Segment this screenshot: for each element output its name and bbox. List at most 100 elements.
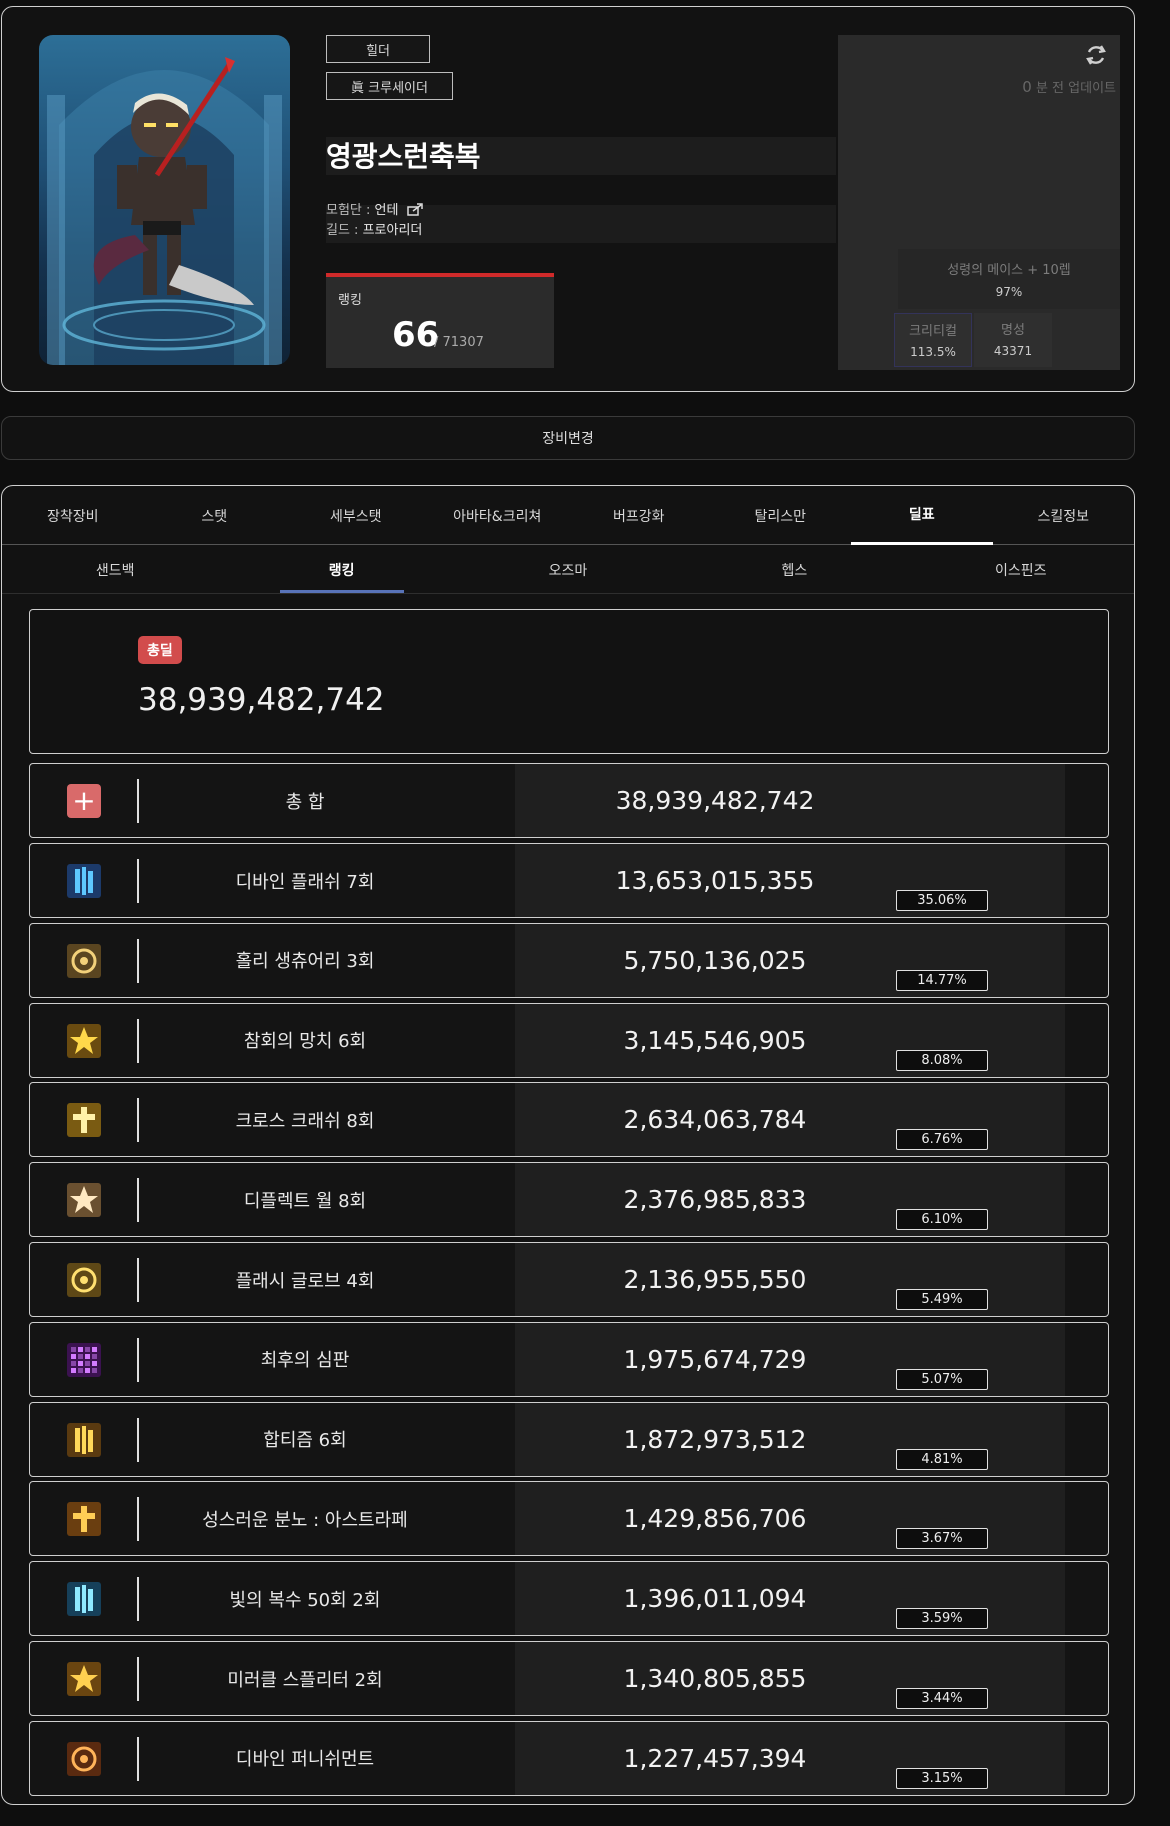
hapsism-icon <box>67 1422 101 1457</box>
ranking-total: / 71307 <box>434 335 484 350</box>
total-damage-badge: 총딜 <box>138 636 182 664</box>
ranking-value: 66 <box>392 315 440 355</box>
tab-damage-table[interactable]: 딜표 <box>851 486 993 545</box>
tab-talisman[interactable]: 탈리스만 <box>710 486 852 545</box>
skill-damage-percent: 14.77% <box>896 969 988 991</box>
skill-name: 플래시 글로브 4회 <box>235 1270 375 1292</box>
adventure-name[interactable]: 언테 <box>375 203 399 218</box>
detail-panel: 장착장비 스탯 세부스탯 아바타&크리쳐 버프강화 탈리스만 딜표 스킬정보 샌… <box>1 485 1135 1805</box>
skill-name: 성스러운 분노 : 아스트라페 <box>202 1509 408 1531</box>
skill-row: 빛의 복수 50회 2회 1,396,011,094 3.59% <box>29 1561 1109 1637</box>
skill-damage-percent: 3.59% <box>896 1608 988 1630</box>
character-name: 영광스런축복 <box>326 140 481 173</box>
tab-skill-info[interactable]: 스킬정보 <box>993 486 1135 545</box>
tab-stats[interactable]: 스탯 <box>144 486 286 545</box>
critical-stat: 크리티컬 113.5% <box>894 313 972 367</box>
skill-damage-value: 5,750,136,025 <box>623 945 807 975</box>
holy-sanctuary-icon <box>67 943 101 978</box>
row-divider <box>137 1657 139 1701</box>
cross-crash-icon <box>67 1103 101 1138</box>
skill-row: 크로스 크래쉬 8회 2,634,063,784 6.76% <box>29 1082 1109 1158</box>
row-divider <box>137 1018 139 1063</box>
miracle-splitter-icon <box>67 1662 101 1696</box>
skill-damage-value: 13,653,015,355 <box>615 866 815 895</box>
row-divider <box>137 1577 139 1622</box>
subtab-active-indicator <box>280 590 404 593</box>
skill-damage-value: 1,340,805,855 <box>623 1664 807 1693</box>
skill-name: 크로스 크래쉬 8회 <box>235 1110 375 1132</box>
skill-damage-percent: 35.06% <box>896 890 988 911</box>
server-tag[interactable]: 힐더 <box>326 35 430 63</box>
hammer-of-repentance-icon <box>67 1023 101 1058</box>
weapon-info: 성령의 메이스 + 10렙 97% <box>898 249 1120 309</box>
share-icon[interactable] <box>406 203 423 216</box>
subtab-ozma[interactable]: 오즈마 <box>455 546 681 594</box>
subtab-ispins[interactable]: 이스핀즈 <box>908 546 1134 594</box>
skill-name: 홀리 생츄어리 3회 <box>235 951 375 973</box>
row-divider <box>137 1258 139 1302</box>
adventure-info: 모험단 : 언테 <box>326 199 423 218</box>
tab-equipment[interactable]: 장착장비 <box>2 486 144 545</box>
row-divider <box>137 1098 139 1143</box>
tab-detail-stats[interactable]: 세부스탯 <box>285 486 427 545</box>
total-damage-card: 총딜 38,939,482,742 <box>29 609 1109 754</box>
critical-label: 크리티컬 <box>909 324 957 339</box>
row-divider <box>137 938 139 983</box>
skill-damage-value: 1,227,457,394 <box>623 1743 807 1773</box>
skill-damage-percent: 3.67% <box>896 1528 988 1550</box>
guild-label: 길드 : <box>326 223 359 238</box>
skill-name: 디바인 퍼니쉬먼트 <box>235 1749 375 1771</box>
row-divider <box>137 1337 139 1382</box>
plus-icon[interactable]: + <box>67 784 101 818</box>
skill-name: 합티즘 6회 <box>263 1430 347 1452</box>
summary-value: 38,939,482,742 <box>615 786 815 815</box>
skill-row: 성스러운 분노 : 아스트라페 1,429,856,706 3.67% <box>29 1481 1109 1557</box>
skill-row: 디바인 퍼니쉬먼트 1,227,457,394 3.15% <box>29 1720 1109 1796</box>
row-divider <box>137 1497 139 1542</box>
divine-punishment-icon <box>67 1741 101 1776</box>
skill-name: 디바인 플래쉬 7회 <box>235 871 375 893</box>
subtab-heps[interactable]: 헵스 <box>681 546 907 594</box>
tab-buff-enhance[interactable]: 버프강화 <box>568 486 710 545</box>
deflect-wall-icon <box>67 1183 101 1218</box>
skill-damage-percent: 3.15% <box>896 1767 988 1789</box>
skill-damage-percent: 3.44% <box>896 1688 988 1709</box>
update-minutes: 0 <box>1022 78 1032 96</box>
refresh-icon[interactable] <box>1084 43 1108 67</box>
skill-damage-percent: 6.76% <box>896 1129 988 1151</box>
ranking-label: 랭킹 <box>338 293 362 308</box>
skill-row: 참회의 망치 6회 3,145,546,905 8.08% <box>29 1002 1109 1078</box>
divine-flash-icon <box>67 864 101 898</box>
subtab-ranking[interactable]: 랭킹 <box>228 546 454 594</box>
flash-globe-icon <box>67 1263 101 1297</box>
vengeance-of-light-icon <box>67 1582 101 1617</box>
skill-name: 참회의 망치 6회 <box>243 1031 367 1053</box>
skill-row: 플래시 글로브 4회 2,136,955,550 5.49% <box>29 1242 1109 1317</box>
weapon-pct: 97% <box>995 285 1023 299</box>
fame-value: 43371 <box>993 344 1033 358</box>
skill-damage-value: 2,376,985,833 <box>623 1185 807 1215</box>
skill-damage-value: 1,975,674,729 <box>623 1344 807 1374</box>
fame-label: 명성 <box>1001 323 1025 338</box>
equipment-change-button[interactable]: 장비변경 <box>1 416 1135 460</box>
ranking-box: 랭킹 66 / 71307 <box>326 273 554 368</box>
tab-avatar-creature[interactable]: 아바타&크리쳐 <box>427 486 569 545</box>
skill-damage-percent: 6.10% <box>896 1209 988 1231</box>
job-tag[interactable]: 眞 크루세이더 <box>326 72 453 100</box>
sub-tabs: 샌드백 랭킹 오즈마 헵스 이스핀즈 <box>2 546 1134 594</box>
skill-damage-value: 1,429,856,706 <box>623 1504 807 1534</box>
skill-row: 합티즘 6회 1,872,973,512 4.81% <box>29 1401 1109 1477</box>
row-divider <box>137 779 139 823</box>
guild-name[interactable]: 프로아리더 <box>363 223 423 238</box>
weapon-name: 성령의 메이스 + 10렙 <box>947 263 1071 278</box>
skill-damage-value: 1,872,973,512 <box>623 1424 807 1454</box>
summary-row: + 총 합 38,939,482,742 <box>29 763 1109 838</box>
update-status: 0 분 전 업데이트 <box>1022 77 1116 96</box>
skill-row: 미러클 스플리터 2회 1,340,805,855 3.44% <box>29 1641 1109 1716</box>
row-divider <box>137 859 139 903</box>
skill-damage-percent: 5.49% <box>896 1289 988 1310</box>
character-avatar <box>39 35 290 365</box>
adventure-label: 모험단 : <box>326 203 371 218</box>
skill-damage-value: 1,396,011,094 <box>623 1584 807 1614</box>
subtab-sandbag[interactable]: 샌드백 <box>2 546 228 594</box>
